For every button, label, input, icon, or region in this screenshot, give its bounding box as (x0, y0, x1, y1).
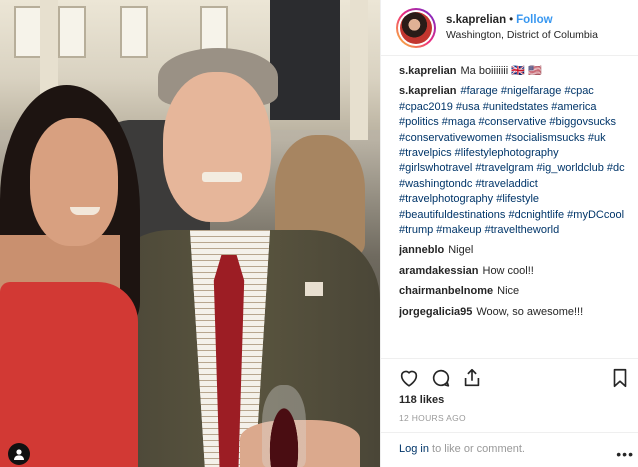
man-face (163, 72, 271, 222)
comment-username[interactable]: aramdakessian (399, 265, 479, 277)
separator-dot: • (509, 13, 514, 26)
wine-glass (262, 385, 306, 467)
comment-item: s.kaprelian #farage #nigelfarage #cpac #c… (399, 84, 631, 238)
woman-face (30, 118, 118, 246)
post-header: s.kaprelian • Follow Washington, District … (381, 0, 638, 56)
login-prompt-text: to like or comment. (428, 443, 525, 455)
photo-window (14, 6, 42, 58)
photo-column (350, 0, 368, 140)
post-username[interactable]: s.kaprelian (446, 14, 506, 26)
photo-window (58, 6, 86, 58)
post-location[interactable]: Washington, District of Columbia (446, 28, 598, 43)
share-icon[interactable] (461, 367, 483, 389)
comment-text: Nigel (448, 244, 474, 257)
woman-smile (70, 207, 100, 215)
post-timestamp[interactable]: 12 hours ago (399, 413, 466, 423)
comment-item: janneblo Nigel (399, 243, 631, 258)
comment-username[interactable]: s.kaprelian (399, 65, 456, 77)
login-link[interactable]: Log in (399, 443, 429, 455)
comment-icon[interactable] (430, 367, 452, 389)
comment-username[interactable]: jorgegalicia95 (399, 306, 472, 318)
hashtag-text[interactable]: #farage #nigelfarage #cpac #cpac2019 #us… (399, 85, 625, 236)
bookmark-icon[interactable] (609, 367, 631, 389)
lapel-pin (305, 282, 323, 296)
woman-dress (0, 282, 138, 467)
photo-doorway (270, 0, 340, 120)
follow-button[interactable]: Follow (516, 14, 552, 26)
post-sidebar: s.kaprelian • Follow Washington, District … (380, 0, 638, 467)
comment-item: chairmanbelnome Nice (399, 284, 631, 299)
comment-text: Nice (497, 285, 520, 298)
comment-text: Woow, so awesome!!! (476, 305, 584, 318)
avatar[interactable] (396, 7, 436, 48)
comment-username[interactable]: chairmanbelnome (399, 285, 493, 297)
comment-list: s.kaprelian Ma boiiiiiii 🇬🇧 🇺🇸 s.kaprelia… (399, 64, 631, 354)
comment-text: How cool!! (482, 264, 534, 277)
more-options-icon[interactable]: ••• (616, 447, 634, 461)
comment-text: Ma boiiiiiii 🇬🇧 🇺🇸 (460, 65, 542, 77)
comment-username[interactable]: janneblo (399, 244, 444, 256)
comment-username[interactable]: s.kaprelian (399, 85, 456, 97)
avatar-image (400, 11, 432, 44)
login-prompt: Log in to like or comment. (381, 432, 638, 467)
comment-item: s.kaprelian Ma boiiiiiii 🇬🇧 🇺🇸 (399, 64, 631, 79)
heart-icon[interactable] (398, 367, 420, 389)
comment-item: aramdakessian How cool!! (399, 264, 631, 279)
man-smile (202, 172, 242, 182)
post-photo[interactable] (0, 0, 380, 467)
photo-window (120, 6, 148, 58)
tagged-people-icon[interactable] (8, 443, 30, 465)
comment-item: jorgegalicia95 Woow, so awesome!!! (399, 305, 631, 320)
like-count[interactable]: 118 likes (399, 394, 444, 406)
